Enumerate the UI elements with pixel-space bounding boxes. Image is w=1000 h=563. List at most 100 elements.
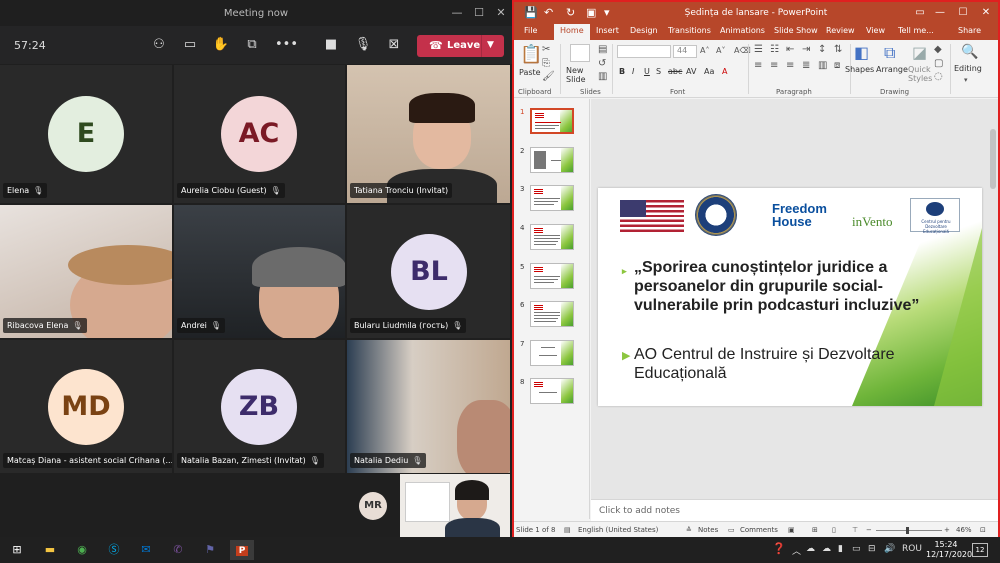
shapes-button[interactable]: Shapes xyxy=(845,65,874,74)
minimize-icon[interactable]: — xyxy=(448,4,466,22)
scrollbar-thumb[interactable] xyxy=(990,129,996,189)
quick-styles-button[interactable]: Quick Styles xyxy=(908,65,932,83)
paste-icon[interactable]: 📋 xyxy=(520,44,542,65)
cut-icon[interactable]: ✂ xyxy=(542,44,550,55)
tab-review[interactable]: Review xyxy=(826,26,855,35)
tab-home[interactable]: Home xyxy=(554,24,590,40)
new-slide-button[interactable]: New Slide xyxy=(566,66,600,84)
tab-insert[interactable]: Insert xyxy=(596,26,619,35)
arrange-icon[interactable]: ⧉ xyxy=(884,43,895,63)
shape-fill-icon[interactable]: ◆ xyxy=(934,44,942,55)
slide-thumbnail[interactable] xyxy=(530,224,574,250)
char-spacing-icon[interactable]: AV xyxy=(686,67,696,76)
zoom-level[interactable]: 46% xyxy=(956,526,972,534)
arrange-button[interactable]: Arrange xyxy=(876,65,908,74)
language-indicator[interactable]: English (United States) xyxy=(578,526,658,534)
network-icon[interactable]: ⊟ xyxy=(868,544,876,554)
participant-tile-tatiana[interactable]: Tatiana Tronciu (Invitat) xyxy=(347,65,510,203)
shadow-icon[interactable]: S xyxy=(656,67,661,76)
outlook-icon[interactable]: ✉ xyxy=(134,540,158,560)
share-screen-icon[interactable]: ⊠ xyxy=(385,37,403,53)
participant-tile-natalia-dediu[interactable]: Natalia Dediu 🎙 xyxy=(347,340,510,473)
tab-animations[interactable]: Animations xyxy=(720,26,765,35)
normal-view-icon[interactable]: ▣ xyxy=(788,526,795,534)
file-explorer-icon[interactable]: ▬ xyxy=(38,540,62,560)
shrink-font-icon[interactable]: A˅ xyxy=(716,46,725,55)
volume-icon[interactable]: 🔊 xyxy=(884,544,895,554)
input-language[interactable]: ROU xyxy=(902,544,922,554)
underline-icon[interactable]: U xyxy=(644,67,650,76)
zoom-slider-thumb[interactable] xyxy=(906,527,909,534)
clock[interactable]: 15:24 12/17/2020 xyxy=(926,540,972,560)
slide-bullet-title[interactable]: ▸ „Sporirea cunoștințelor juridice a per… xyxy=(622,258,922,315)
more-options-icon[interactable]: ••• xyxy=(275,37,298,53)
chrome-icon[interactable]: ◉ xyxy=(70,540,94,560)
shape-effects-icon[interactable]: ◌ xyxy=(934,71,943,82)
quick-styles-icon[interactable]: ◪ xyxy=(912,43,927,62)
zoom-out-icon[interactable]: − xyxy=(866,526,872,534)
notes-placeholder[interactable]: Click to add notes xyxy=(599,506,680,516)
justify-icon[interactable]: ≣ xyxy=(802,60,810,71)
editing-button[interactable]: Editing xyxy=(954,64,982,73)
show-hidden-icons[interactable]: ︿ xyxy=(792,544,801,557)
start-icon[interactable]: ⊞ xyxy=(5,540,29,560)
chevron-down-icon[interactable]: ▼ xyxy=(487,40,494,50)
ribbon-display-icon[interactable]: ▭ xyxy=(912,5,928,21)
slide-bullet-organization[interactable]: ▶ AO Centrul de Instruire și Dezvoltare … xyxy=(622,345,912,383)
tell-me-search[interactable]: Tell me... xyxy=(898,26,934,35)
reset-icon[interactable]: ↺ xyxy=(598,58,606,69)
chat-icon[interactable]: ▭ xyxy=(181,37,199,53)
camera-icon[interactable]: ■ xyxy=(322,37,340,53)
format-painter-icon[interactable]: 🖌 xyxy=(542,71,555,82)
copy-icon[interactable]: ⎘ xyxy=(542,58,550,69)
slide-thumbnail[interactable] xyxy=(530,263,574,289)
participant-tile-aurelia[interactable]: AC Aurelia Ciobu (Guest) 🎙 xyxy=(174,65,345,203)
slide-sorter-icon[interactable]: ⊞ xyxy=(812,526,818,534)
participant-tile-andrei[interactable]: Andrei 🎙 xyxy=(174,205,345,338)
current-slide[interactable]: Freedom House inVento Centrul pentru Dez… xyxy=(598,188,982,406)
numbering-icon[interactable]: ☷ xyxy=(770,44,779,55)
maximize-icon[interactable]: ☐ xyxy=(470,4,488,22)
battery-icon[interactable]: ▮ xyxy=(838,544,843,554)
display-icon[interactable]: ▭ xyxy=(852,544,861,554)
leave-button[interactable]: ☎ Leave ▼ xyxy=(417,35,504,57)
notes-pane[interactable]: Click to add notes xyxy=(591,499,998,521)
participant-tile-bularu[interactable]: BL Bularu Liudmila (гость) 🎙 xyxy=(347,205,510,338)
slide-thumbnail[interactable] xyxy=(530,378,574,404)
cloud-icon[interactable]: ☁ xyxy=(822,544,831,554)
change-case-icon[interactable]: Aa xyxy=(704,67,714,76)
powerpoint-taskbar-icon[interactable]: P xyxy=(230,540,254,560)
grow-font-icon[interactable]: A˄ xyxy=(700,46,709,55)
tab-design[interactable]: Design xyxy=(630,26,658,35)
raise-hand-icon[interactable]: ✋ xyxy=(212,37,230,53)
paste-button[interactable]: Paste xyxy=(519,68,541,77)
increase-indent-icon[interactable]: ⇥ xyxy=(802,44,810,55)
italic-icon[interactable]: I xyxy=(632,67,634,76)
slide-thumbnail[interactable] xyxy=(530,301,574,327)
fit-slide-icon[interactable]: ⊡ xyxy=(980,526,986,534)
self-video-preview[interactable] xyxy=(400,474,510,537)
align-center-icon[interactable]: ≡ xyxy=(770,60,778,71)
tab-transitions[interactable]: Transitions xyxy=(668,26,711,35)
text-direction-icon[interactable]: ⇅ xyxy=(834,44,842,55)
viber-icon[interactable]: ✆ xyxy=(166,540,190,560)
decrease-indent-icon[interactable]: ⇤ xyxy=(786,44,794,55)
slide-thumbnail[interactable] xyxy=(530,147,574,173)
font-name-field[interactable] xyxy=(617,45,671,58)
font-size-field[interactable]: 44 xyxy=(673,45,697,58)
slide-show-icon[interactable]: ⊤ xyxy=(852,526,858,534)
skype-icon[interactable]: Ⓢ xyxy=(102,540,126,560)
smartart-icon[interactable]: ⧈ xyxy=(834,60,840,71)
rooms-icon[interactable]: ⧉ xyxy=(243,37,261,53)
share-button[interactable]: Share xyxy=(958,26,981,35)
slide-thumbnail[interactable] xyxy=(530,340,574,366)
line-spacing-icon[interactable]: ↕ xyxy=(818,44,826,55)
align-right-icon[interactable]: ≡ xyxy=(786,60,794,71)
self-avatar[interactable]: MR xyxy=(359,492,387,520)
maximize-icon[interactable]: ☐ xyxy=(955,5,971,21)
reading-view-icon[interactable]: ▯ xyxy=(832,526,836,534)
layout-icon[interactable]: ▤ xyxy=(598,44,607,55)
bullets-icon[interactable]: ☰ xyxy=(754,44,763,55)
shapes-icon[interactable]: ◧ xyxy=(854,43,869,62)
participant-tile-elena[interactable]: E Elena 🎙 xyxy=(0,65,172,203)
